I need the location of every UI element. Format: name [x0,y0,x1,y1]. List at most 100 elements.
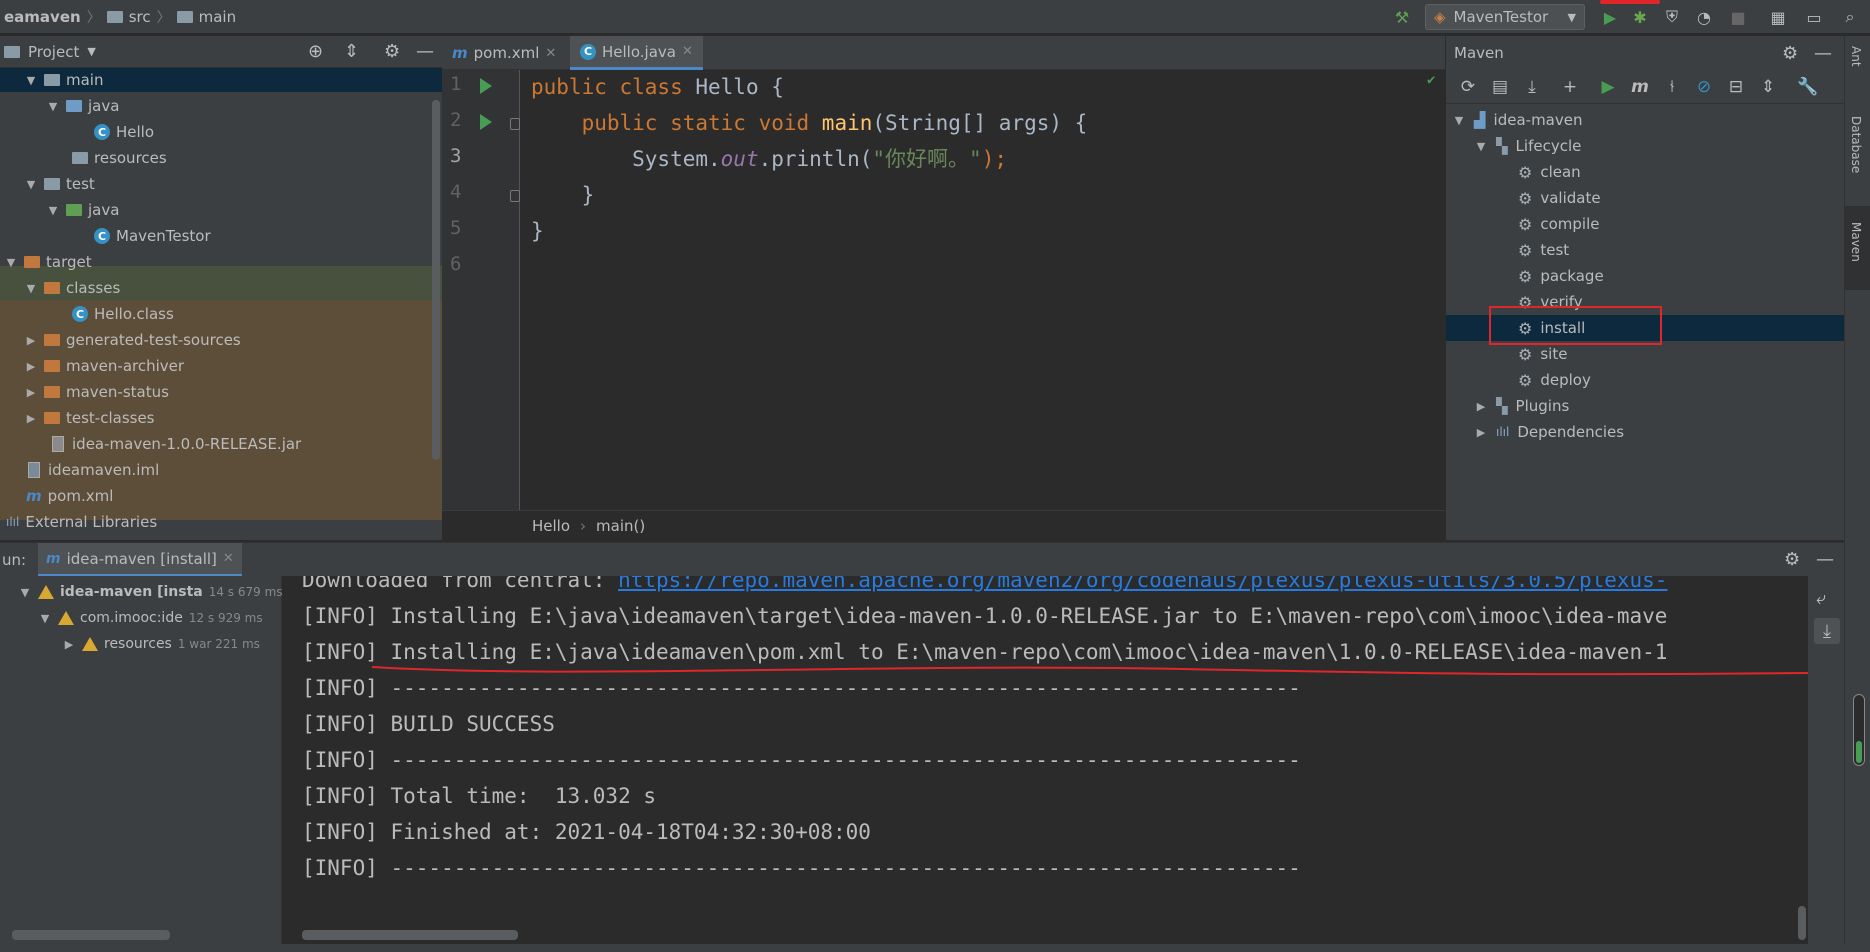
project-structure-icon[interactable]: ▦ [1764,3,1792,31]
toggle-offline-icon[interactable]: ⫮ [1658,73,1686,101]
expand-arrow-icon[interactable]: ▼ [24,282,38,295]
collapse-arrow-icon[interactable]: ▶ [1474,426,1488,439]
debug-icon[interactable]: ✱ [1626,3,1654,31]
expand-arrow-icon[interactable]: ▼ [1452,114,1466,127]
console-hscrollbar[interactable] [302,930,518,940]
collapse-arrow-icon[interactable]: ▶ [1474,400,1488,413]
gear-icon[interactable]: ⚙ [384,41,400,62]
tree-item-maventestor[interactable]: C MavenTestor [0,223,442,249]
tree-item-maven-archiver[interactable]: ▶ maven-archiver [0,353,442,379]
run-gutter-icon[interactable] [480,114,492,130]
fold-icon[interactable] [510,190,520,202]
breadcrumb-class[interactable]: Hello [532,517,570,535]
layout-icon[interactable]: ▭ [1800,3,1828,31]
collapse-arrow-icon[interactable]: ▶ [24,334,38,347]
collapse-all-icon[interactable]: ⇕ [344,41,359,62]
add-icon[interactable]: + [1556,73,1584,101]
execute-goal-icon[interactable]: m [1626,73,1654,101]
maven-plugins[interactable]: ▶ ▚ Plugins [1474,393,1570,419]
tool-window-database[interactable]: Database [1849,116,1863,173]
close-icon[interactable]: ✕ [223,551,234,566]
collapse-arrow-icon[interactable]: ▶ [24,412,38,425]
run-icon[interactable]: ▶ [1596,3,1624,31]
console-link[interactable]: https://repo.maven.apache.org/maven2/org… [618,576,1667,592]
run-configuration-select[interactable]: ◈ MavenTestor ▼ [1425,4,1585,30]
run-tree-hscrollbar[interactable] [12,930,170,940]
soft-wrap-icon[interactable]: ⤶ [1816,588,1826,609]
maven-dependencies[interactable]: ▶ ılıl Dependencies [1474,419,1624,445]
console-scrollbar[interactable] [1798,906,1806,940]
expand-arrow-icon[interactable]: ▼ [18,586,32,599]
tool-window-maven[interactable]: Maven [1849,222,1863,262]
tree-item-java[interactable]: ▼ java [0,93,442,119]
run-tab-idea-maven-install[interactable]: m idea-maven [install] ✕ [38,543,242,577]
breadcrumb-method[interactable]: main() [596,517,645,535]
tree-item-test-java[interactable]: ▼ java [0,197,442,223]
run-node-idea-maven[interactable]: ▼ idea-maven [insta 14 s 679 ms [18,579,283,605]
expand-arrow-icon[interactable]: ▼ [46,204,60,217]
tree-item-classes[interactable]: ▼ classes [0,275,442,301]
reload-icon[interactable]: ⟳ [1454,73,1482,101]
close-icon[interactable]: ✕ [682,44,693,59]
tree-item-jar[interactable]: idea-maven-1.0.0-RELEASE.jar [0,431,442,457]
run-gutter-icon[interactable] [480,78,492,94]
locate-icon[interactable]: ⊕ [308,41,323,62]
show-dependencies-icon[interactable]: ⊟ [1722,73,1750,101]
tree-item-test-classes[interactable]: ▶ test-classes [0,405,442,431]
profile-icon[interactable]: ◔ [1690,3,1718,31]
expand-arrow-icon[interactable]: ▼ [1474,140,1488,153]
gear-icon[interactable]: ⚙ [1784,549,1800,570]
minimize-icon[interactable]: — [1814,43,1832,64]
tab-hello-java[interactable]: C Hello.java ✕ [570,36,703,70]
maven-goal-test[interactable]: ⚙ test [1518,237,1569,263]
run-icon[interactable]: ▶ [1594,73,1622,101]
close-icon[interactable]: ✕ [545,46,556,61]
scroll-to-end-icon[interactable]: ⤓ [1814,618,1840,644]
collapse-all-icon[interactable]: ⇕ [1754,73,1782,101]
breadcrumb-project[interactable]: eamaven [4,8,81,26]
breadcrumb-src[interactable]: src [129,8,151,26]
expand-arrow-icon[interactable]: ▼ [4,256,18,269]
run-node-com-imooc[interactable]: ▼ com.imooc:ide 12 s 929 ms [38,605,263,631]
tab-pom-xml[interactable]: m pom.xml ✕ [442,36,566,70]
tree-item-maven-status[interactable]: ▶ maven-status [0,379,442,405]
code-editor[interactable]: public class Hello { public static void … [521,70,1445,540]
breadcrumb-main[interactable]: main [199,8,236,26]
maven-goal-compile[interactable]: ⚙ compile [1518,211,1599,237]
inspection-ok-icon[interactable]: ✔ [1427,72,1435,88]
download-icon[interactable]: ⤓ [1518,73,1546,101]
tree-item-generated-test-sources[interactable]: ▶ generated-test-sources [0,327,442,353]
run-console[interactable]: Downloaded from central: https://repo.ma… [282,576,1808,952]
tree-item-pom[interactable]: m pom.xml [0,483,442,509]
tree-item-main[interactable]: ▼ main [0,68,442,93]
collapse-arrow-icon[interactable]: ▶ [62,638,76,651]
expand-arrow-icon[interactable]: ▼ [24,74,38,87]
tree-item-hello-class[interactable]: C Hello.class [0,301,442,327]
maven-goal-validate[interactable]: ⚙ validate [1518,185,1601,211]
expand-arrow-icon[interactable]: ▼ [38,612,52,625]
tree-item-external-libraries[interactable]: ılıl External Libraries [0,509,442,535]
run-node-resources[interactable]: ▶ resources 1 war 221 ms [62,631,260,657]
coverage-icon[interactable]: ⛨ [1658,3,1686,31]
collapse-arrow-icon[interactable]: ▶ [24,360,38,373]
minimize-icon[interactable]: — [416,41,434,62]
expand-arrow-icon[interactable]: ▼ [46,100,60,113]
maven-lifecycle[interactable]: ▼ ▚ Lifecycle [1474,133,1582,159]
search-icon[interactable]: ⌕ [1836,3,1864,31]
stop-icon[interactable]: ■ [1724,3,1752,31]
chevron-down-icon[interactable]: ▼ [87,45,95,58]
tree-item-hello[interactable]: C Hello [0,119,442,145]
skip-tests-icon[interactable]: ⊘ [1690,73,1718,101]
maven-goal-package[interactable]: ⚙ package [1518,263,1604,289]
maven-project-idea-maven[interactable]: ▼ ▟ idea-maven [1452,107,1583,133]
collapse-arrow-icon[interactable]: ▶ [24,386,38,399]
project-panel-title[interactable]: Project [28,43,79,61]
tree-item-resources[interactable]: resources [0,145,442,171]
maven-goal-deploy[interactable]: ⚙ deploy [1518,367,1591,393]
tree-item-target[interactable]: ▼ target [0,249,442,275]
expand-arrow-icon[interactable]: ▼ [24,178,38,191]
tree-item-test[interactable]: ▼ test [0,171,442,197]
project-scrollbar[interactable] [432,100,440,460]
tool-window-ant[interactable]: Ant [1849,46,1863,67]
minimize-icon[interactable]: — [1816,549,1834,570]
